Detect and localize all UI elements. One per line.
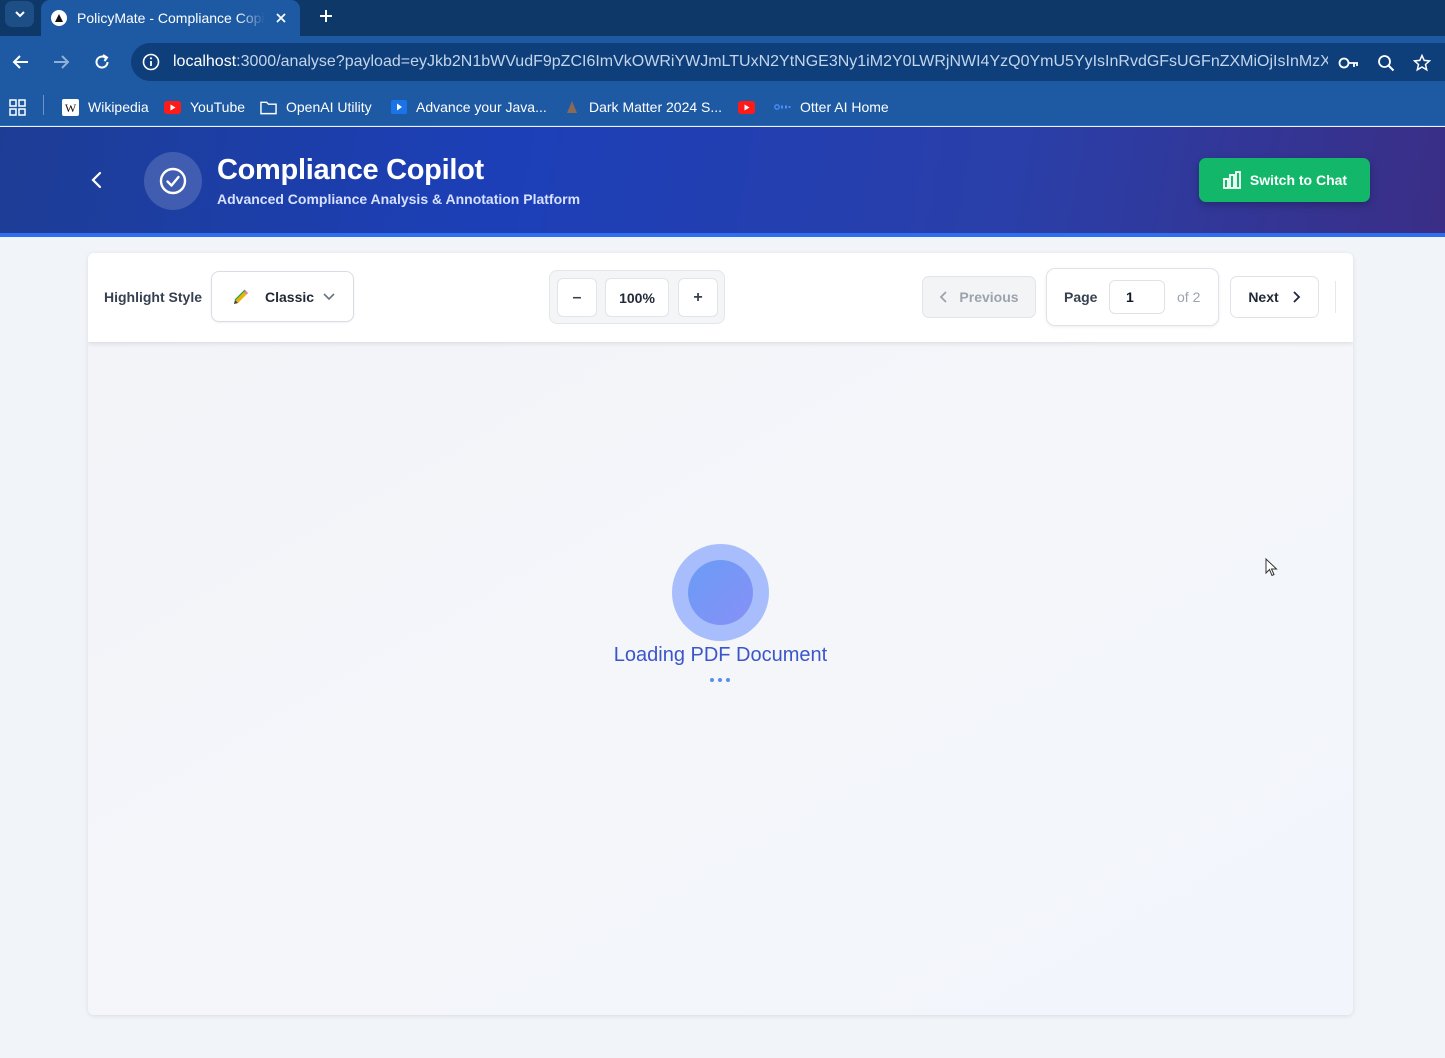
site-info-icon[interactable] (141, 52, 161, 72)
next-page-button[interactable]: Next (1230, 276, 1319, 318)
loading-spinner-core (688, 560, 753, 625)
forward-arrow-icon[interactable] (48, 49, 74, 75)
zoom-out-button[interactable]: – (557, 278, 597, 317)
browser-tab-bar: PolicyMate - Compliance Copilot (0, 0, 1445, 36)
bookmark-label: Wikipedia (88, 99, 149, 115)
nextjs-favicon-icon (51, 10, 67, 26)
loading-dots (710, 678, 730, 682)
apps-grid-icon[interactable] (9, 96, 26, 118)
zoom-level: 100% (605, 278, 669, 317)
youtube-icon (738, 99, 755, 116)
bookmark-otter[interactable]: Otter AI Home (774, 96, 889, 118)
page-navigator: Page 1 of 2 (1046, 268, 1219, 326)
back-arrow-icon[interactable] (8, 49, 34, 75)
mouse-cursor-icon (1265, 558, 1278, 577)
bookmark-label: Dark Matter 2024 S... (589, 99, 723, 115)
pencil-icon (231, 287, 251, 307)
bookmark-label: Advance your Java... (416, 99, 547, 115)
app-header: Compliance Copilot Advanced Compliance A… (0, 127, 1445, 233)
bookmark-dark-matter[interactable]: Dark Matter 2024 S... (563, 96, 722, 118)
viewer-toolbar: Highlight Style Classic – 100% + Previou… (88, 253, 1353, 342)
bookmark-wikipedia[interactable]: W Wikipedia (62, 96, 149, 118)
previous-page-button[interactable]: Previous (922, 276, 1036, 318)
check-circle-icon (159, 167, 187, 195)
wikipedia-icon: W (62, 98, 79, 116)
new-tab-icon[interactable] (314, 4, 338, 28)
folder-icon (260, 99, 277, 116)
zoom-magnifier-icon[interactable] (1375, 52, 1397, 74)
zoom-controls: – 100% + (549, 270, 725, 324)
header-accent-line (0, 233, 1445, 237)
tab-search-button[interactable] (5, 1, 34, 27)
switch-to-chat-button[interactable]: Switch to Chat (1199, 158, 1370, 202)
toolbar-divider (1335, 281, 1336, 313)
zoom-in-button[interactable]: + (678, 278, 718, 317)
tab-close-icon[interactable] (271, 8, 291, 28)
previous-label: Previous (959, 289, 1019, 305)
page-total: of 2 (1177, 289, 1201, 305)
java-icon (390, 99, 407, 116)
password-key-icon[interactable] (1338, 52, 1360, 74)
chevron-down-icon (321, 289, 337, 305)
bookmark-star-icon[interactable] (1411, 52, 1433, 74)
bar-chart-icon (1222, 170, 1242, 190)
otter-icon (774, 99, 791, 116)
reload-icon[interactable] (89, 49, 115, 75)
svg-text:W: W (65, 101, 77, 115)
chevron-left-icon (91, 171, 102, 189)
chevron-left-icon (940, 291, 948, 303)
highlight-style-label: Highlight Style (104, 289, 202, 305)
tab-title: PolicyMate - Compliance Copilot (77, 10, 265, 26)
youtube-icon (164, 99, 181, 116)
url-path: :3000/analyse?payload=eyJkb2N1bWVudF9pZC… (236, 53, 1328, 70)
bookmarks-bar: W Wikipedia YouTube OpenAI Utility Advan… (0, 88, 1445, 126)
bookmark-youtube[interactable]: YouTube (164, 96, 245, 118)
bookmarks-divider (43, 95, 44, 115)
app-logo (144, 152, 202, 210)
page-number-input[interactable]: 1 (1109, 280, 1165, 314)
url-host: localhost (173, 53, 237, 70)
app-title: Compliance Copilot (217, 154, 484, 186)
next-label: Next (1248, 289, 1279, 305)
browser-toolbar: localhost:3000/analyse?payload=eyJkb2N1b… (0, 36, 1445, 88)
dark-matter-icon (563, 99, 580, 116)
highlight-style-value: Classic (265, 288, 315, 305)
address-bar[interactable]: localhost:3000/analyse?payload=eyJkb2N1b… (131, 43, 1445, 81)
highlight-style-select[interactable]: Classic (211, 271, 354, 322)
bookmark-java[interactable]: Advance your Java... (390, 96, 547, 118)
switch-to-chat-label: Switch to Chat (1249, 172, 1348, 188)
chevron-down-icon (14, 11, 25, 18)
back-button[interactable] (82, 164, 110, 196)
loading-text: Loading PDF Document (613, 644, 828, 666)
chevron-right-icon (1293, 291, 1300, 303)
bookmark-label: OpenAI Utility (286, 99, 372, 115)
bookmark-openai-utility[interactable]: OpenAI Utility (260, 96, 372, 118)
bookmark-label: Otter AI Home (800, 99, 889, 115)
browser-tab-active[interactable]: PolicyMate - Compliance Copilot (41, 0, 300, 36)
url-text[interactable]: localhost:3000/analyse?payload=eyJkb2N1b… (173, 53, 1328, 71)
page-label: Page (1064, 289, 1098, 305)
app-subtitle: Advanced Compliance Analysis & Annotatio… (217, 191, 581, 207)
bookmark-label: YouTube (190, 99, 246, 115)
loading-spinner (672, 544, 769, 641)
pdf-viewer: Highlight Style Classic – 100% + Previou… (88, 253, 1353, 1015)
bookmark-youtube-2[interactable] (738, 96, 764, 118)
